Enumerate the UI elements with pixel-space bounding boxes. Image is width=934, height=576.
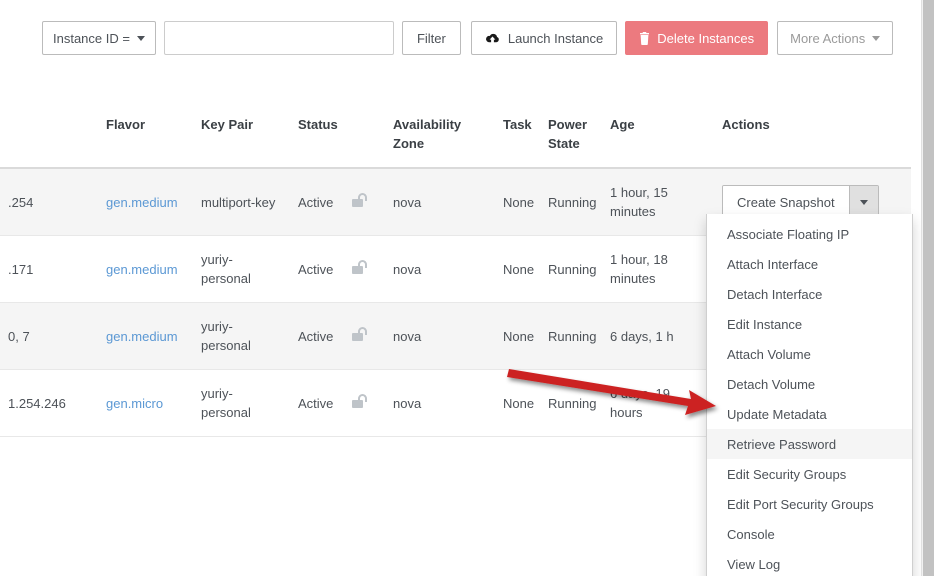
menu-item-console[interactable]: Console	[707, 519, 912, 549]
trash-icon	[639, 32, 650, 45]
cell-key-pair: yuriy-personal	[193, 236, 290, 303]
cell-availability-zone: nova	[385, 303, 495, 370]
unlock-icon	[352, 394, 368, 408]
cell-lock	[352, 236, 385, 303]
cell-availability-zone: nova	[385, 370, 495, 437]
menu-item-detach-interface[interactable]: Detach Interface	[707, 279, 912, 309]
cell-power-state: Running	[540, 168, 602, 236]
cell-flavor: gen.micro	[98, 370, 193, 437]
table-header-row: Flavor Key Pair Status Availability Zone…	[0, 105, 912, 168]
launch-instance-button[interactable]: Launch Instance	[471, 21, 617, 55]
cell-key-pair: yuriy-personal	[193, 370, 290, 437]
menu-item-attach-interface[interactable]: Attach Interface	[707, 249, 912, 279]
more-actions-button[interactable]: More Actions	[777, 21, 893, 55]
filter-search-input[interactable]	[164, 21, 394, 55]
cell-task: None	[495, 370, 540, 437]
column-header-availability-zone[interactable]: Availability Zone	[385, 105, 495, 168]
cell-ip: .254	[0, 168, 98, 236]
cell-flavor: gen.medium	[98, 303, 193, 370]
unlock-icon	[352, 193, 368, 207]
cell-status: Active	[290, 168, 352, 236]
flavor-link[interactable]: gen.medium	[106, 262, 178, 277]
column-header-status[interactable]: Status	[290, 105, 352, 168]
cell-ip: .171	[0, 236, 98, 303]
cell-key-pair: multiport-key	[193, 168, 290, 236]
column-header-actions: Actions	[714, 105, 912, 168]
cell-task: None	[495, 303, 540, 370]
cell-lock	[352, 303, 385, 370]
cell-status: Active	[290, 236, 352, 303]
cell-lock	[352, 370, 385, 437]
flavor-link[interactable]: gen.medium	[106, 195, 178, 210]
instance-actions-dropdown: Associate Floating IP Attach Interface D…	[706, 214, 913, 576]
cell-key-pair: yuriy-personal	[193, 303, 290, 370]
delete-instances-button[interactable]: Delete Instances	[625, 21, 768, 55]
instances-toolbar: Instance ID = Filter Launch Instance Del…	[0, 0, 912, 76]
filter-field-select-label: Instance ID =	[53, 32, 130, 45]
column-header-flavor[interactable]: Flavor	[98, 105, 193, 168]
filter-button-label: Filter	[417, 32, 446, 45]
column-header-power-state[interactable]: Power State	[540, 105, 602, 168]
delete-instances-label: Delete Instances	[657, 32, 754, 45]
column-header-lock	[352, 105, 385, 168]
menu-item-update-metadata[interactable]: Update Metadata	[707, 399, 912, 429]
cell-flavor: gen.medium	[98, 236, 193, 303]
menu-item-detach-volume[interactable]: Detach Volume	[707, 369, 912, 399]
cell-availability-zone: nova	[385, 168, 495, 236]
cell-power-state: Running	[540, 303, 602, 370]
flavor-link[interactable]: gen.medium	[106, 329, 178, 344]
cell-age: 6 days, 19 hours	[602, 370, 714, 437]
filter-field-select[interactable]: Instance ID =	[42, 21, 156, 55]
vertical-scrollbar-thumb[interactable]	[923, 0, 934, 576]
menu-item-view-log[interactable]: View Log	[707, 549, 912, 576]
cell-status: Active	[290, 370, 352, 437]
column-header-key-pair[interactable]: Key Pair	[193, 105, 290, 168]
cell-ip: 1.254.246	[0, 370, 98, 437]
cell-lock	[352, 168, 385, 236]
menu-item-retrieve-password[interactable]: Retrieve Password	[707, 429, 912, 459]
cell-power-state: Running	[540, 236, 602, 303]
menu-item-attach-volume[interactable]: Attach Volume	[707, 339, 912, 369]
cell-ip: 0, 7	[0, 303, 98, 370]
cell-power-state: Running	[540, 370, 602, 437]
chevron-down-icon	[872, 36, 880, 41]
cloud-upload-icon	[485, 32, 500, 45]
unlock-icon	[352, 327, 368, 341]
menu-item-associate-floating-ip[interactable]: Associate Floating IP	[707, 219, 912, 249]
vertical-scrollbar-track[interactable]	[921, 0, 934, 576]
column-header-task[interactable]: Task	[495, 105, 540, 168]
launch-instance-label: Launch Instance	[508, 32, 603, 45]
cell-age: 1 hour, 18 minutes	[602, 236, 714, 303]
chevron-down-icon	[860, 200, 868, 205]
cell-age: 6 days, 1 h	[602, 303, 714, 370]
cell-availability-zone: nova	[385, 236, 495, 303]
column-header-age[interactable]: Age	[602, 105, 714, 168]
cell-task: None	[495, 168, 540, 236]
menu-item-edit-instance[interactable]: Edit Instance	[707, 309, 912, 339]
flavor-link[interactable]: gen.micro	[106, 396, 163, 411]
chevron-down-icon	[137, 36, 145, 41]
cell-age: 1 hour, 15 minutes	[602, 168, 714, 236]
more-actions-label: More Actions	[790, 32, 865, 45]
cell-task: None	[495, 236, 540, 303]
menu-item-edit-security-groups[interactable]: Edit Security Groups	[707, 459, 912, 489]
cell-status: Active	[290, 303, 352, 370]
unlock-icon	[352, 260, 368, 274]
column-header-ip[interactable]	[0, 105, 98, 168]
menu-item-edit-port-security-groups[interactable]: Edit Port Security Groups	[707, 489, 912, 519]
cell-flavor: gen.medium	[98, 168, 193, 236]
instances-page: Instance ID = Filter Launch Instance Del…	[0, 0, 934, 576]
filter-button[interactable]: Filter	[402, 21, 461, 55]
